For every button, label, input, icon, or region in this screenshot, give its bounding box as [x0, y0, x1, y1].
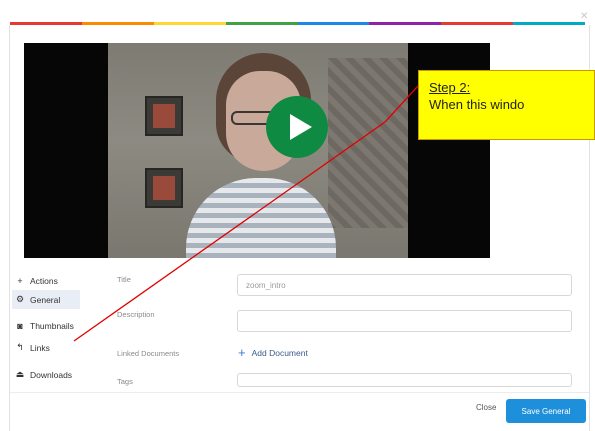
annotation-pointer-line — [73, 85, 419, 342]
footer-divider — [10, 392, 589, 393]
plus-icon: + — [17, 275, 23, 286]
tags-label: Tags — [117, 377, 133, 386]
sidebar-item-actions[interactable]: + Actions — [12, 271, 80, 290]
sidebar-item-links[interactable]: ↰ Links — [12, 338, 80, 357]
gear-icon: ⚙ — [15, 294, 25, 304]
sidebar-item-label: Actions — [30, 275, 58, 286]
camera-icon: ◙ — [17, 320, 23, 331]
sidebar-item-label: Thumbnails — [30, 320, 74, 331]
link-arrow-icon: ↰ — [16, 342, 24, 352]
sidebar-item-downloads[interactable]: ⏏ Downloads — [12, 365, 80, 384]
add-document-button[interactable]: + Add Document — [238, 345, 308, 360]
sidebar-item-thumbnails[interactable]: ◙ Thumbnails — [12, 316, 80, 335]
title-label: Title — [117, 275, 131, 284]
download-icon: ⏏ — [15, 369, 25, 379]
plus-icon: + — [238, 345, 246, 360]
sidebar-item-general[interactable]: ⚙ General — [12, 290, 80, 309]
sidebar-item-label: Downloads — [30, 369, 73, 380]
close-button[interactable]: Close — [476, 403, 496, 412]
add-document-label: Add Document — [251, 347, 308, 358]
sidebar-item-label: General — [30, 294, 61, 305]
tags-input[interactable] — [237, 373, 572, 387]
save-general-button[interactable]: Save General — [506, 399, 586, 423]
title-input[interactable] — [237, 274, 572, 296]
description-input[interactable] — [237, 310, 572, 332]
description-label: Description — [117, 310, 155, 319]
sidebar-item-label: Links — [30, 342, 50, 353]
linked-documents-label: Linked Documents — [117, 349, 180, 358]
